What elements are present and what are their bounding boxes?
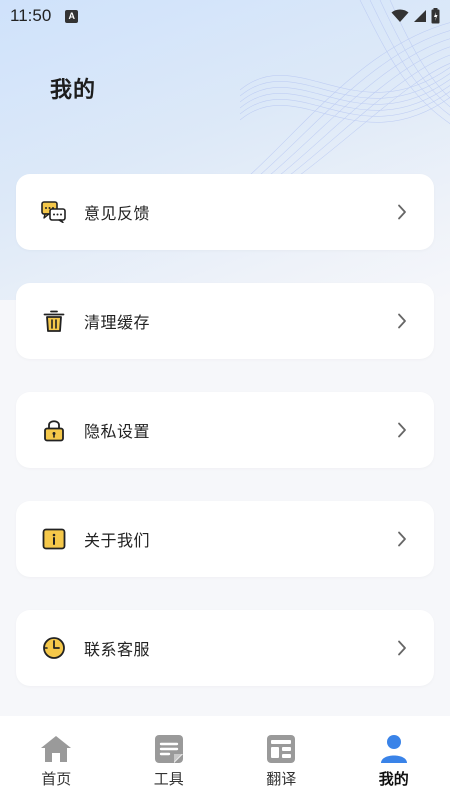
signal-icon bbox=[414, 10, 426, 22]
tab-translate[interactable]: 翻译 bbox=[225, 716, 338, 800]
wifi-icon bbox=[391, 9, 409, 22]
bottom-tab-bar: 首页 工具 翻译 我的 bbox=[0, 716, 450, 800]
status-bar: 11:50 A bbox=[0, 0, 450, 32]
menu-item-label: 意见反馈 bbox=[84, 204, 151, 223]
tools-icon bbox=[153, 734, 185, 764]
chevron-right-icon bbox=[394, 422, 410, 438]
status-time: 11:50 bbox=[10, 6, 52, 25]
menu-item-label: 联系客服 bbox=[84, 640, 151, 659]
tab-label: 工具 bbox=[153, 770, 184, 788]
chevron-right-icon bbox=[394, 640, 410, 656]
info-icon bbox=[40, 525, 68, 553]
menu-item-about-us[interactable]: 关于我们 bbox=[16, 501, 434, 577]
person-icon bbox=[378, 734, 410, 764]
menu-item-contact-support[interactable]: 联系客服 bbox=[16, 610, 434, 686]
battery-icon bbox=[431, 8, 440, 24]
menu-item-label: 清理缓存 bbox=[84, 313, 151, 332]
tab-home[interactable]: 首页 bbox=[0, 716, 113, 800]
menu-item-clear-cache[interactable]: 清理缓存 bbox=[16, 283, 434, 359]
page-title: 我的 bbox=[50, 78, 97, 103]
feedback-chat-icon bbox=[40, 198, 68, 226]
settings-menu: 意见反馈 清理缓存 隐私设置 关于我们 联系客服 bbox=[16, 174, 434, 719]
tab-label: 首页 bbox=[41, 770, 72, 788]
tab-label: 我的 bbox=[378, 770, 409, 788]
chevron-right-icon bbox=[394, 204, 410, 220]
tab-mine[interactable]: 我的 bbox=[338, 716, 450, 800]
translate-icon bbox=[265, 734, 297, 764]
menu-item-label: 隐私设置 bbox=[84, 422, 151, 441]
chevron-right-icon bbox=[394, 531, 410, 547]
chevron-right-icon bbox=[394, 313, 410, 329]
status-indicators bbox=[391, 8, 440, 24]
trash-icon bbox=[40, 307, 68, 335]
menu-item-privacy-settings[interactable]: 隐私设置 bbox=[16, 392, 434, 468]
lock-icon bbox=[40, 416, 68, 444]
menu-item-feedback[interactable]: 意见反馈 bbox=[16, 174, 434, 250]
notification-badge-icon: A bbox=[65, 9, 79, 23]
clock-icon bbox=[40, 634, 68, 662]
menu-item-label: 关于我们 bbox=[84, 531, 151, 550]
tab-label: 翻译 bbox=[266, 770, 297, 788]
tab-tools[interactable]: 工具 bbox=[113, 716, 226, 800]
home-icon bbox=[40, 734, 72, 764]
